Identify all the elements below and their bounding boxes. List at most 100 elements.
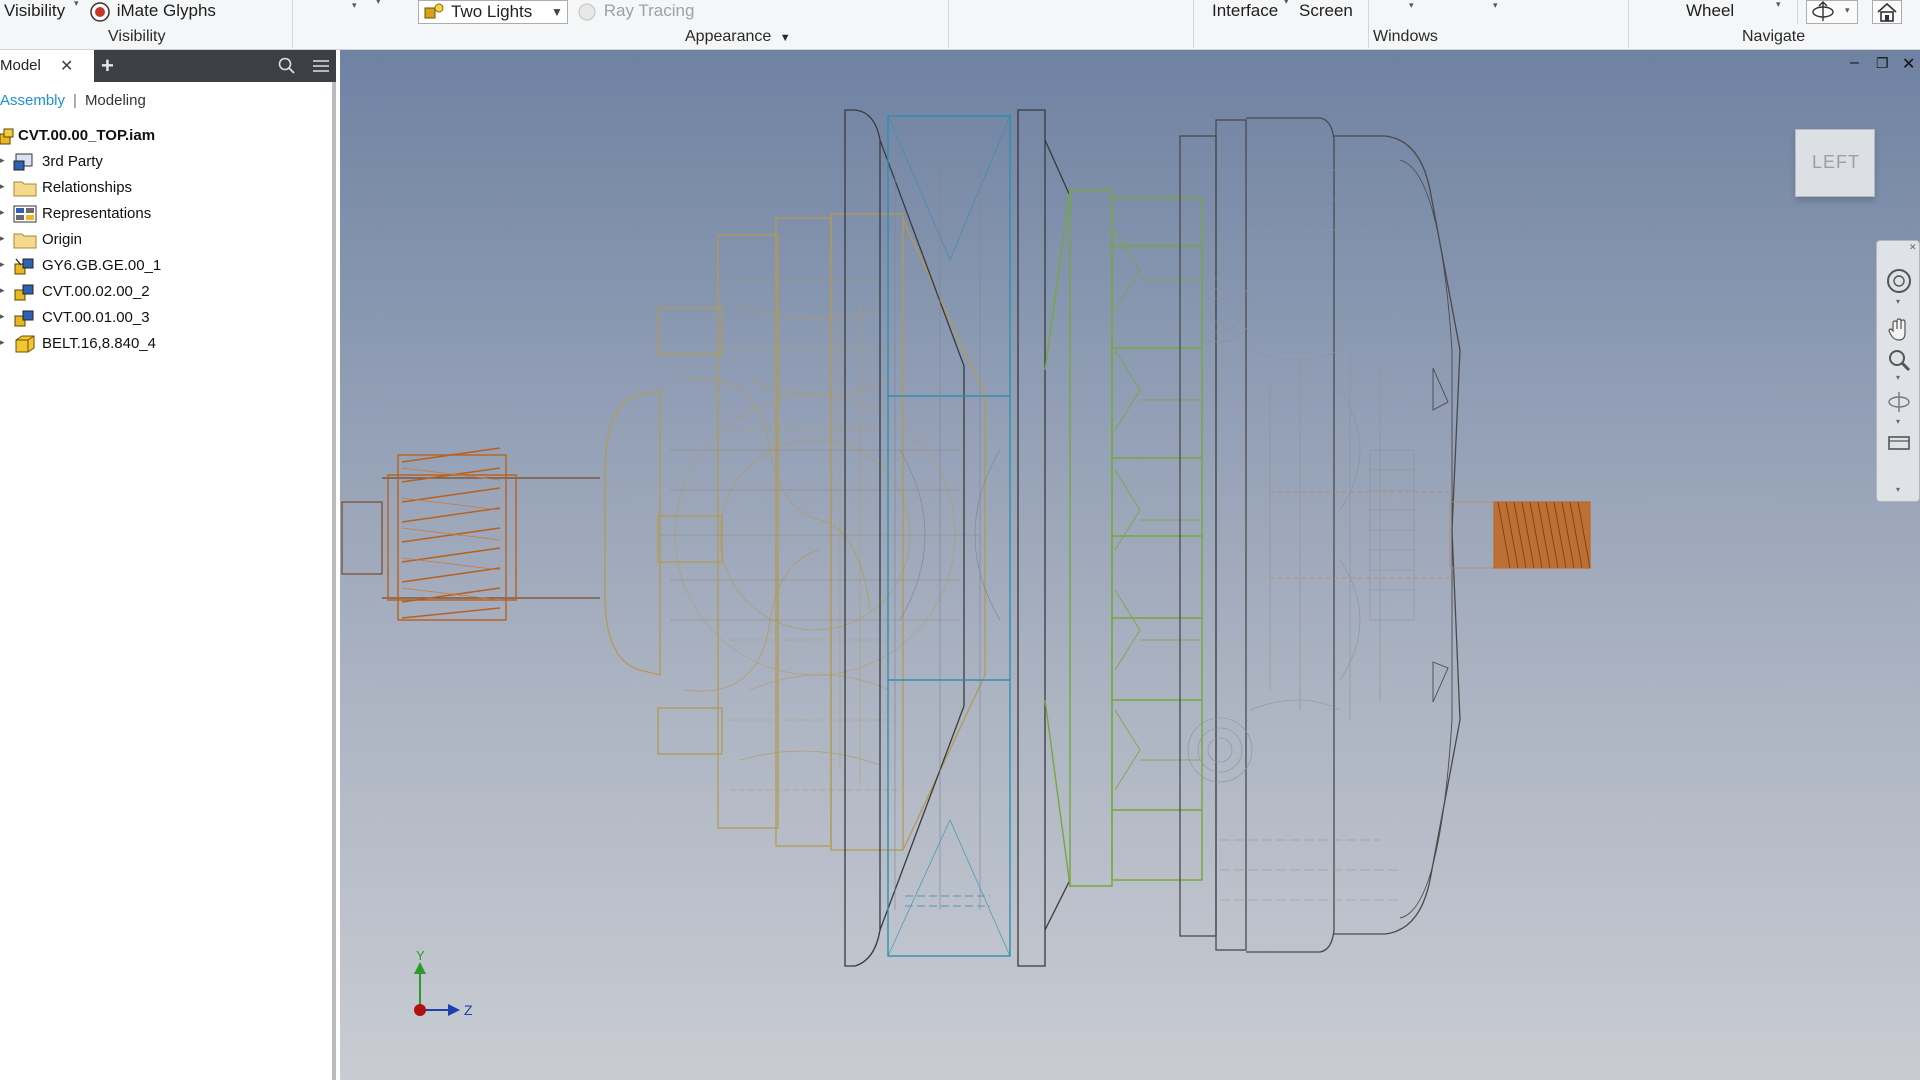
folder-icon bbox=[13, 181, 37, 197]
imate-glyphs-button[interactable]: iMate Glyphs bbox=[88, 1, 216, 22]
orbit-icon[interactable] bbox=[1885, 389, 1913, 415]
viewcube[interactable]: LEFT bbox=[1795, 129, 1875, 197]
tree-node[interactable]: ▸ Relationships bbox=[0, 176, 330, 202]
home-icon bbox=[1877, 2, 1897, 22]
expand-icon[interactable]: ▸ bbox=[0, 285, 5, 296]
close-tab-icon[interactable]: ✕ bbox=[60, 56, 73, 76]
y-axis-label: Y bbox=[416, 950, 425, 963]
expand-icon[interactable]: ▸ bbox=[0, 337, 5, 348]
visibility-dropdown-icon[interactable]: ▾ bbox=[74, 0, 79, 9]
navigation-bar: ✕ ▾ ▾ ▾ ▾ bbox=[1876, 240, 1920, 502]
visual-style-dropdown-icon[interactable]: ▾ bbox=[352, 0, 357, 11]
home-view-button[interactable] bbox=[1872, 0, 1902, 24]
folder-icon bbox=[13, 233, 37, 249]
v-belt bbox=[887, 115, 1011, 957]
search-icon[interactable] bbox=[278, 57, 296, 75]
orbit-dropdown-icon: ▾ bbox=[1845, 5, 1850, 15]
navbar-customize-icon[interactable]: ▾ bbox=[1896, 485, 1900, 494]
tab-model[interactable]: Model ✕ bbox=[0, 50, 94, 82]
third-party-icon bbox=[13, 153, 33, 171]
tree-root-node[interactable]: CVT.00.00_TOP.iam bbox=[0, 124, 330, 150]
cvt-assembly-wireframe bbox=[341, 109, 1591, 967]
z-axis-label: Z bbox=[464, 1002, 473, 1018]
user-interface-button[interactable]: Interface bbox=[1212, 1, 1278, 21]
shaft-stub bbox=[341, 477, 600, 599]
driven-pulley bbox=[1044, 189, 1203, 887]
expand-icon[interactable]: ▸ bbox=[0, 181, 5, 192]
mode-assembly-link[interactable]: Assembly bbox=[0, 92, 65, 109]
driven-fixed-face bbox=[1017, 109, 1071, 967]
y-axis-arrow-icon bbox=[414, 962, 426, 974]
mode-modeling-link[interactable]: Modeling bbox=[85, 92, 146, 109]
cascade-dropdown-icon[interactable]: ▾ bbox=[1493, 0, 1498, 11]
ribbon-separator bbox=[1368, 0, 1369, 48]
lighting-select[interactable]: Two Lights ▼ bbox=[418, 0, 568, 24]
full-screen-button[interactable]: Screen bbox=[1299, 1, 1353, 21]
orbit-icon bbox=[1812, 1, 1834, 21]
part-icon bbox=[15, 335, 35, 353]
expand-icon[interactable]: ▸ bbox=[0, 155, 5, 166]
ray-tracing-button[interactable]: Ray Tracing bbox=[575, 1, 694, 22]
user-interface-dropdown-icon[interactable]: ▾ bbox=[1284, 0, 1289, 7]
panel-tab-bar: Model ✕ + bbox=[0, 50, 336, 82]
output-shaft bbox=[1270, 491, 1591, 579]
tree-node[interactable]: ▸ CVT.00.02.00_2 bbox=[0, 280, 330, 306]
steering-wheel-button[interactable]: Wheel bbox=[1686, 1, 1734, 21]
minimize-icon[interactable]: – bbox=[1850, 54, 1859, 72]
ribbon-separator bbox=[292, 0, 293, 48]
tree-node[interactable]: ▸ GY6.GB.GE.00_1 bbox=[0, 254, 330, 280]
navigate-group-label: Navigate bbox=[1742, 28, 1806, 45]
model-tree: CVT.00.00_TOP.iam ▸ 3rd Party ▸ Relation… bbox=[0, 124, 330, 358]
windows-group-label: Windows bbox=[1373, 28, 1438, 45]
orbit-dropdown-icon[interactable]: ▾ bbox=[1896, 417, 1900, 426]
clutch-internal-lines bbox=[660, 449, 980, 621]
model-browser-panel: Model ✕ + Assembly | Modeling CVT.00.00_TO… bbox=[0, 50, 336, 1080]
graphics-viewport[interactable]: – ❐ ✕ LEFT ✕ ▾ ▾ ▾ ▾ Y Z bbox=[340, 50, 1920, 1080]
visibility-button[interactable]: Visibility bbox=[4, 1, 65, 21]
clutch-assembly bbox=[604, 213, 986, 851]
ribbon-separator bbox=[1193, 0, 1194, 48]
steering-wheel-dropdown-icon[interactable]: ▾ bbox=[1776, 0, 1781, 10]
orbit-button[interactable]: ▾ bbox=[1806, 0, 1858, 24]
expand-icon[interactable]: ▸ bbox=[0, 207, 5, 218]
clutch-bell-housing bbox=[1179, 117, 1461, 953]
tree-node[interactable]: ▸ Origin bbox=[0, 228, 330, 254]
lighting-icon bbox=[424, 3, 444, 19]
close-icon[interactable]: ✕ bbox=[1902, 54, 1915, 74]
expand-icon[interactable]: ▸ bbox=[0, 233, 5, 244]
ray-tracing-icon bbox=[578, 3, 596, 21]
subassembly-icon bbox=[14, 310, 34, 327]
look-at-icon[interactable] bbox=[1885, 431, 1913, 455]
ribbon: Visibility ▾ iMate Glyphs Visibility ▾ ▾… bbox=[0, 0, 1920, 50]
tree-node[interactable]: ▸ Representations bbox=[0, 202, 330, 228]
tree-node[interactable]: ▸ 3rd Party bbox=[0, 150, 330, 176]
navbar-close-icon[interactable]: ✕ bbox=[1909, 242, 1917, 253]
tree-node[interactable]: ▸ CVT.00.01.00_3 bbox=[0, 306, 330, 332]
switch-window-dropdown-icon[interactable]: ▾ bbox=[1409, 0, 1414, 11]
drive-face bbox=[844, 109, 965, 967]
add-tab-button[interactable]: + bbox=[101, 53, 114, 79]
menu-icon[interactable] bbox=[312, 59, 330, 73]
expand-icon[interactable]: ▸ bbox=[0, 311, 5, 322]
tree-node[interactable]: ▸ BELT.16,8.840_4 bbox=[0, 332, 330, 358]
coordinate-triad: Y Z bbox=[414, 950, 473, 1018]
subassembly-icon bbox=[14, 258, 34, 275]
subassembly-icon bbox=[14, 284, 34, 301]
origin-dot bbox=[414, 1004, 426, 1016]
steering-wheel-dropdown-icon[interactable]: ▾ bbox=[1896, 297, 1900, 306]
viewcube-face-label: LEFT bbox=[1811, 152, 1860, 172]
ribbon-separator bbox=[948, 0, 949, 48]
belt-internal-lines bbox=[894, 170, 1001, 910]
restore-icon[interactable]: ❐ bbox=[1876, 55, 1889, 72]
zoom-dropdown-icon[interactable]: ▾ bbox=[1896, 373, 1900, 382]
pan-hand-icon[interactable] bbox=[1885, 317, 1913, 343]
zoom-icon[interactable] bbox=[1885, 347, 1913, 373]
z-axis-arrow-icon bbox=[448, 1004, 460, 1016]
housing-internal-lines bbox=[1187, 169, 1415, 901]
appearance-group-label[interactable]: Appearance ▼ bbox=[685, 28, 791, 46]
steering-wheel-icon[interactable] bbox=[1885, 267, 1913, 295]
lighting-dropdown-icon: ▼ bbox=[551, 5, 563, 19]
ribbon-separator bbox=[1628, 0, 1629, 48]
shadows-dropdown-icon[interactable]: ▾ bbox=[376, 0, 381, 7]
expand-icon[interactable]: ▸ bbox=[0, 259, 5, 270]
